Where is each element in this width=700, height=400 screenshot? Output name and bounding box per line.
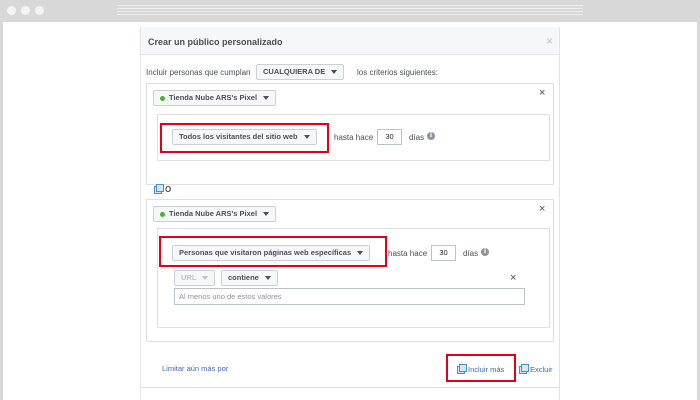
- highlight-box: [160, 123, 329, 153]
- window-dot-icon[interactable]: [21, 6, 30, 15]
- browser-title-bar: [0, 0, 700, 22]
- url-label: URL: [181, 273, 197, 282]
- criteria-suffix: los criterios siguientes:: [357, 68, 438, 77]
- pixel-name: Tienda Nube ARS's Pixel: [169, 209, 258, 218]
- address-bar-placeholder: [117, 5, 583, 17]
- include-more-button[interactable]: Incluir más: [468, 365, 504, 374]
- remove-condition-close-icon[interactable]: ×: [510, 272, 516, 284]
- limit-further-link[interactable]: Limitar aún más por: [162, 364, 228, 373]
- pixel-status-icon: [160, 211, 165, 217]
- chevron-down-icon: [202, 276, 209, 281]
- dialog-header: Crear un público personalizado ×: [141, 27, 559, 55]
- chevron-down-icon: [263, 96, 270, 101]
- since-label: hasta hace: [388, 249, 428, 258]
- browser-window: Crear un público personalizado × Incluir…: [0, 0, 700, 400]
- condition-dropdown[interactable]: contiene: [221, 270, 278, 286]
- chevron-down-icon: [331, 70, 338, 75]
- rule-card-2: Tienda Nube ARS's Pixel × Personas que v…: [146, 199, 554, 342]
- criteria-match-label: CUALQUIERA DE: [263, 67, 326, 76]
- info-icon[interactable]: i: [481, 248, 489, 256]
- chevron-down-icon: [264, 276, 271, 281]
- days-label: días: [409, 133, 425, 142]
- pixel-name: Tienda Nube ARS's Pixel: [169, 93, 258, 102]
- dialog-close-icon[interactable]: ×: [546, 34, 553, 48]
- pixel-dropdown-2[interactable]: Tienda Nube ARS's Pixel: [153, 206, 277, 222]
- since-label: hasta hace: [334, 133, 374, 142]
- dialog-bottom-divider: [140, 387, 560, 388]
- criteria-prefix: Incluir personas que cumplan: [146, 68, 251, 77]
- duplicate-icon[interactable]: [154, 184, 164, 194]
- or-separator: O: [165, 185, 172, 194]
- days-input-1[interactable]: 30: [377, 129, 402, 145]
- pixel-dropdown-1[interactable]: Tienda Nube ARS's Pixel: [153, 90, 277, 106]
- criteria-match-dropdown[interactable]: CUALQUIERA DE: [256, 64, 345, 80]
- remove-rule-close-icon[interactable]: ×: [539, 87, 545, 99]
- days-label: días: [463, 249, 479, 258]
- exclude-button[interactable]: Excluir: [530, 365, 553, 374]
- condition-label: contiene: [228, 273, 259, 282]
- remove-rule-close-icon[interactable]: ×: [539, 203, 545, 215]
- pixel-status-icon: [160, 95, 165, 101]
- days-input-2[interactable]: 30: [431, 245, 456, 261]
- custom-audience-dialog: Crear un público personalizado × Incluir…: [140, 27, 560, 400]
- url-field-dropdown[interactable]: URL: [174, 270, 216, 286]
- include-more-icon: [457, 364, 467, 374]
- values-input[interactable]: Al menos uno de estos valores: [174, 288, 525, 305]
- window-dot-icon[interactable]: [7, 6, 16, 15]
- exclude-icon: [519, 364, 529, 374]
- chevron-down-icon: [263, 212, 270, 217]
- frame-border: [0, 22, 3, 400]
- info-icon[interactable]: i: [427, 132, 435, 140]
- dialog-title: Crear un público personalizado: [148, 37, 283, 47]
- window-dot-icon[interactable]: [35, 6, 44, 15]
- highlight-box: [159, 236, 387, 267]
